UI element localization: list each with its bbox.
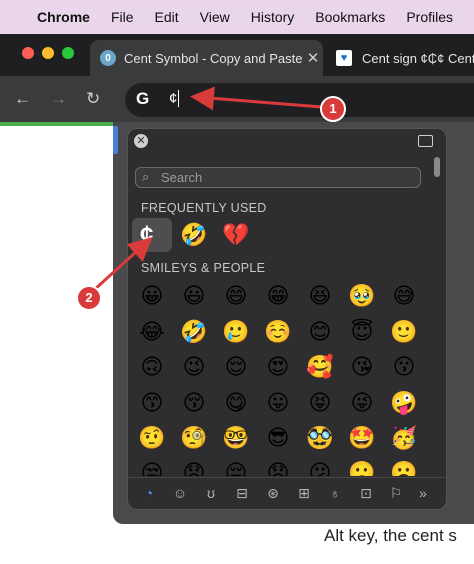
tab-close-icon[interactable]: ✕	[303, 49, 323, 67]
emoji-item[interactable]: 😌	[222, 354, 250, 382]
flag-icon[interactable]: ⚐	[387, 484, 405, 502]
menu-bookmarks[interactable]: Bookmarks	[315, 9, 385, 25]
emoji-item[interactable]: 😁	[264, 283, 292, 311]
tab-title: Cent sign ¢₵¢ Cent s	[362, 50, 474, 66]
emoji-item[interactable]: 😙	[138, 390, 166, 418]
animal-icon[interactable]: ʊ	[202, 484, 220, 502]
emoji-item[interactable]: 😗	[390, 354, 418, 382]
menu-bar: Chrome File Edit View History Bookmarks …	[0, 0, 474, 34]
menu-file[interactable]: File	[111, 9, 134, 25]
emoji-item[interactable]: 😋	[222, 390, 250, 418]
search-input[interactable]	[161, 169, 411, 186]
frequent-emoji[interactable]: 🤣	[180, 222, 208, 250]
emoji-item[interactable]: 😜	[348, 390, 376, 418]
emoji-item[interactable]: 😃	[180, 283, 208, 311]
emoji-item[interactable]: 🥳	[390, 425, 418, 453]
menu-app[interactable]: Chrome	[37, 9, 90, 25]
zoom-window-button[interactable]	[62, 47, 74, 59]
emoji-item[interactable]: 😕	[306, 460, 334, 476]
emoji-item[interactable]: 🤩	[348, 425, 376, 453]
tab-active[interactable]: 0 Cent Symbol - Copy and Paste ✕	[90, 40, 323, 76]
emoji-item[interactable]: 🤣	[180, 319, 208, 347]
back-icon[interactable]: ←	[14, 89, 31, 109]
emoji-item[interactable]: 🤓	[222, 425, 250, 453]
emoji-row-partial: 😒 😞 😔 😟 😕 🙁 ☹️	[128, 460, 446, 476]
bulb-icon[interactable]: ♁	[326, 484, 344, 502]
annotation-badge-2: 2	[76, 285, 102, 311]
emoji-item[interactable]: 😛	[264, 390, 292, 418]
tab-title: Cent Symbol - Copy and Paste	[124, 50, 303, 66]
more-icon[interactable]: »	[414, 484, 432, 502]
tab-inactive[interactable]: ♥ Cent sign ¢₵¢ Cent s	[332, 40, 474, 76]
emoji-item[interactable]: 😔	[222, 460, 250, 476]
emoji-item[interactable]: 🙃	[138, 354, 166, 382]
google-icon: G	[136, 89, 150, 108]
scrollbar[interactable]	[434, 157, 440, 177]
emoji-item[interactable]: 😊	[306, 319, 334, 347]
food-icon[interactable]: ⊟	[233, 484, 251, 502]
forward-icon[interactable]: →	[50, 89, 67, 109]
focus-indicator	[113, 126, 118, 154]
emoji-item[interactable]: 😄	[222, 283, 250, 311]
minimize-window-button[interactable]	[42, 47, 54, 59]
menu-view[interactable]: View	[200, 9, 230, 25]
emoji-item[interactable]: 😘	[348, 354, 376, 382]
loading-bar	[0, 122, 115, 126]
heart-favicon-icon: ♥	[336, 50, 352, 66]
smiley-icon[interactable]: ☺	[171, 484, 189, 502]
emoji-item[interactable]: 😝	[306, 390, 334, 418]
frequent-emoji[interactable]: 💔	[222, 222, 250, 250]
menu-profiles[interactable]: Profiles	[406, 9, 453, 25]
emoji-item[interactable]: 😒	[138, 460, 166, 476]
emoji-item[interactable]: 😀	[138, 283, 166, 311]
emoji-item[interactable]: 😞	[180, 460, 208, 476]
emoji-item[interactable]: 😚	[180, 390, 208, 418]
emoji-item[interactable]: ☺️	[264, 319, 292, 347]
section-smileys-label: SMILEYS & PEOPLE	[141, 261, 266, 275]
reload-icon[interactable]: ↻	[86, 89, 100, 109]
expand-icon[interactable]	[418, 135, 433, 147]
emoji-item[interactable]: 😇	[348, 319, 376, 347]
emoji-item[interactable]: 😎	[264, 425, 292, 453]
close-icon[interactable]: ✕	[134, 134, 148, 148]
frequent-emoji[interactable]: ¢	[140, 221, 153, 249]
symbol-icon[interactable]: ⊡	[357, 484, 375, 502]
close-window-button[interactable]	[22, 47, 34, 59]
emoji-item[interactable]: 😍	[264, 354, 292, 382]
clock-icon[interactable]: ◔	[140, 484, 158, 502]
emoji-item[interactable]: 🥹	[348, 283, 376, 311]
omnibox-text[interactable]: ¢	[169, 90, 177, 107]
emoji-item[interactable]: 🥲	[222, 319, 250, 347]
ball-icon[interactable]: ⊛	[264, 484, 282, 502]
search-icon: ⌕	[142, 169, 150, 184]
search-field[interactable]	[135, 167, 421, 188]
emoji-item[interactable]: 😅	[390, 283, 418, 311]
emoji-item[interactable]: 🥰	[306, 354, 334, 382]
emoji-item[interactable]: 🙂	[390, 319, 418, 347]
page-text: Alt key, the cent s	[324, 526, 457, 545]
section-frequent-label: FREQUENTLY USED	[141, 201, 267, 215]
car-icon[interactable]: ⊞	[295, 484, 313, 502]
cent-favicon-icon: 0	[100, 50, 116, 66]
menu-history[interactable]: History	[251, 9, 295, 25]
emoji-item[interactable]: 🤪	[390, 390, 418, 418]
emoji-item[interactable]: 😟	[264, 460, 292, 476]
emoji-item[interactable]: 🧐	[180, 425, 208, 453]
emoji-item[interactable]: 😆	[306, 283, 334, 311]
emoji-item[interactable]: 🙁	[348, 460, 376, 476]
text-caret	[178, 90, 179, 107]
emoji-item[interactable]: 😂	[138, 319, 166, 347]
annotation-badge-1: 1	[320, 96, 346, 122]
menu-edit[interactable]: Edit	[155, 9, 179, 25]
emoji-item[interactable]: 😉	[180, 354, 208, 382]
emoji-item[interactable]: 🤨	[138, 425, 166, 453]
emoji-item[interactable]: ☹️	[390, 460, 418, 476]
emoji-item[interactable]: 🥸	[306, 425, 334, 453]
